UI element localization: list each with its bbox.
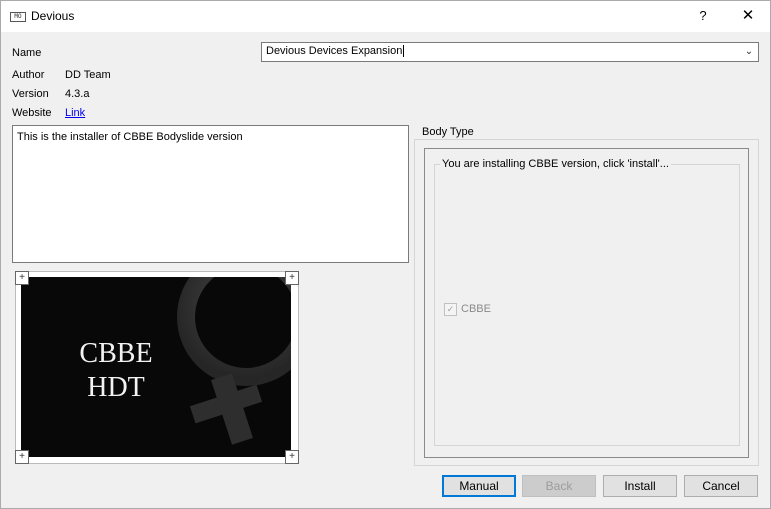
author-value: DD Team <box>65 69 111 81</box>
version-value: 4.3.a <box>65 88 90 100</box>
image-frame[interactable]: CBBE HDT + + + + <box>15 271 299 464</box>
version-label: Version <box>12 88 49 100</box>
website-link[interactable]: Link <box>65 107 85 119</box>
close-button[interactable]: ✕ <box>734 4 762 28</box>
body-type-title: Body Type <box>420 126 476 138</box>
cbbe-checkbox[interactable]: ✓ <box>444 303 457 316</box>
resize-handle-top-left-icon[interactable]: + <box>15 271 29 285</box>
resize-handle-top-right-icon[interactable]: + <box>285 271 299 285</box>
cbbe-image: CBBE HDT <box>21 277 291 457</box>
website-label: Website <box>12 107 52 119</box>
name-combobox[interactable]: Devious Devices Expansion ⌄ <box>261 42 759 62</box>
name-value: Devious Devices Expansion <box>266 45 405 58</box>
image-line-2: HDT <box>87 372 145 403</box>
title-bar: MO Devious ? ✕ <box>0 0 771 32</box>
image-line-1: CBBE <box>79 338 153 369</box>
cbbe-hdt-text: CBBE HDT <box>61 337 171 405</box>
resize-handle-bottom-left-icon[interactable]: + <box>15 450 29 464</box>
description-text: This is the installer of CBBE Bodyslide … <box>17 131 243 143</box>
description-box[interactable]: This is the installer of CBBE Bodyslide … <box>12 125 409 263</box>
cancel-button[interactable]: Cancel <box>684 475 758 497</box>
install-instruction: You are installing CBBE version, click '… <box>440 158 671 170</box>
manual-button[interactable]: Manual <box>442 475 516 497</box>
text-caret <box>403 45 405 58</box>
back-button[interactable]: Back <box>522 475 596 497</box>
help-button[interactable]: ? <box>689 4 717 28</box>
cbbe-checkbox-label: CBBE <box>461 303 491 315</box>
resize-handle-bottom-right-icon[interactable]: + <box>285 450 299 464</box>
chevron-down-icon[interactable]: ⌄ <box>743 43 755 61</box>
name-label: Name <box>12 47 42 59</box>
install-button[interactable]: Install <box>603 475 677 497</box>
app-icon: MO <box>10 12 26 22</box>
author-label: Author <box>12 69 45 81</box>
window-title: Devious <box>31 9 75 23</box>
